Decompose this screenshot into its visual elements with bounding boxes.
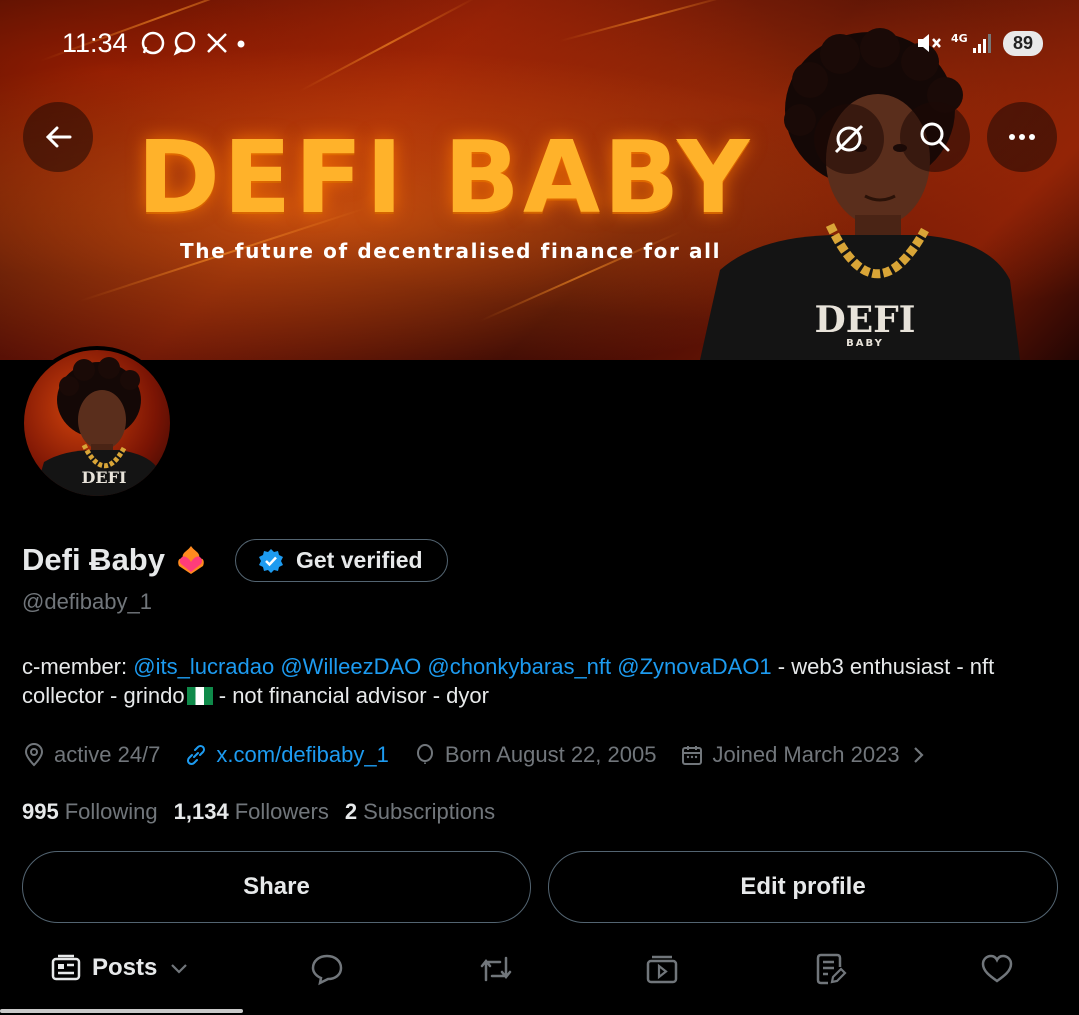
reply-bubble-icon — [311, 954, 343, 986]
network-label: 4G — [951, 32, 968, 45]
tab-posts-label: Posts — [92, 954, 158, 981]
subscriptions-label: Subscriptions — [363, 799, 496, 824]
profile-bio: c-member: @its_lucradao @WilleezDAO @cho… — [22, 652, 1062, 710]
grok-button[interactable] — [814, 104, 884, 174]
status-time: 11:34 — [62, 28, 128, 58]
tab-replies[interactable] — [310, 952, 344, 986]
balloon-icon — [416, 744, 433, 764]
banner-shirt-subtext: BABY — [846, 338, 884, 349]
tab-articles[interactable] — [813, 952, 847, 986]
profile-meta: active 24/7 x.com/defibaby_1 Born August… — [22, 740, 952, 770]
chevron-right-icon[interactable] — [908, 743, 928, 767]
heart-icon — [981, 954, 1013, 983]
get-verified-button[interactable]: Get verified — [235, 539, 448, 582]
birthday-text: Born August 22, 2005 — [444, 742, 657, 767]
more-options-button[interactable] — [987, 102, 1057, 172]
notification-icons — [140, 30, 246, 56]
following-stat[interactable]: 995 Following — [22, 799, 158, 825]
get-verified-label: Get verified — [296, 547, 423, 573]
calendar-icon — [682, 746, 703, 765]
back-button[interactable] — [23, 102, 93, 172]
birthday-item: Born August 22, 2005 — [413, 742, 657, 768]
article-edit-icon — [816, 953, 847, 985]
following-count: 995 — [22, 799, 59, 824]
banner-subtitle: The future of decentralised finance for … — [180, 239, 722, 263]
location-text: active 24/7 — [54, 742, 161, 767]
video-icon — [646, 955, 678, 984]
search-icon — [920, 122, 950, 152]
posts-icon — [51, 954, 81, 981]
avatar[interactable]: DEFI — [20, 346, 174, 500]
messages-icon — [173, 31, 196, 56]
joined-item[interactable]: Joined March 2023 — [680, 742, 927, 768]
grok-icon — [834, 124, 864, 154]
edit-profile-button[interactable]: Edit profile — [548, 851, 1058, 923]
banner-character: DEFI BABY — [700, 28, 1020, 360]
status-bar: 11:34 4G 89 — [0, 26, 1079, 62]
heart-on-fire-emoji-icon — [178, 546, 204, 574]
bio-mention-link[interactable]: @ZynovaDAO1 — [617, 654, 771, 679]
arrow-left-icon — [45, 126, 72, 148]
subscriptions-stat[interactable]: 2 Subscriptions — [345, 799, 495, 825]
chevron-down-icon — [171, 964, 188, 974]
website-link[interactable]: x.com/defibaby_1 — [216, 742, 388, 768]
battery-indicator: 89 — [1002, 30, 1043, 56]
avatar-shirt-text: DEFI — [82, 468, 127, 487]
bio-mention-link[interactable]: @WilleezDAO — [280, 654, 421, 679]
search-button[interactable] — [900, 102, 970, 172]
joined-text: Joined March 2023 — [712, 742, 900, 767]
home-indicator — [0, 1009, 243, 1013]
bio-prefix: c-member: — [22, 654, 134, 679]
avatar-character: DEFI — [34, 357, 164, 496]
location-item: active 24/7 — [22, 742, 160, 768]
share-label: Share — [243, 873, 310, 900]
signal-icon: 4G — [951, 32, 991, 53]
bio-mention-link[interactable]: @its_lucradao — [133, 654, 274, 679]
more-notifications-dot-icon — [237, 40, 245, 48]
followers-stat[interactable]: 1,134 Followers — [174, 799, 329, 825]
bio-text: - not financial advisor - dyor — [212, 683, 489, 708]
verified-badge-icon — [259, 548, 283, 573]
followers-label: Followers — [234, 799, 329, 824]
display-name: Defi Ƀaby — [22, 542, 165, 577]
bio-text: - web3 enthusiast - nft — [771, 654, 995, 679]
edit-profile-label: Edit profile — [740, 873, 866, 900]
bio-mention-link[interactable]: @chonkybaras_nft — [427, 654, 611, 679]
bio-text: collector - grindo — [22, 683, 185, 708]
share-button[interactable]: Share — [22, 851, 531, 923]
subscriptions-count: 2 — [344, 799, 358, 824]
tab-media[interactable] — [645, 952, 679, 986]
tab-likes[interactable] — [980, 952, 1014, 986]
whatsapp-icon — [141, 31, 165, 55]
follow-stats: 995 Following 1,134 Followers 2 Subscriptio… — [22, 799, 495, 825]
more-horizontal-icon — [1009, 134, 1035, 140]
banner-shirt-text: DEFI — [814, 299, 915, 341]
user-handle: @defibaby_1 — [22, 589, 152, 614]
tab-reposts[interactable] — [478, 952, 514, 986]
status-right: 4G 89 — [915, 30, 1043, 56]
website-item[interactable]: x.com/defibaby_1 — [184, 742, 389, 768]
display-name-row: Defi Ƀaby — [22, 538, 207, 582]
banner-title: DEFI BABY — [137, 119, 753, 236]
tab-posts[interactable]: Posts — [50, 952, 191, 984]
repost-icon — [480, 956, 512, 982]
profile-tabs: Posts — [0, 940, 1079, 1000]
link-icon — [187, 744, 206, 766]
followers-count: 1,134 — [173, 799, 229, 824]
nigeria-flag-icon — [186, 687, 213, 705]
muted-icon — [917, 34, 941, 52]
location-pin-icon — [24, 743, 44, 767]
x-logo-icon — [207, 33, 227, 53]
following-label: Following — [64, 799, 158, 824]
